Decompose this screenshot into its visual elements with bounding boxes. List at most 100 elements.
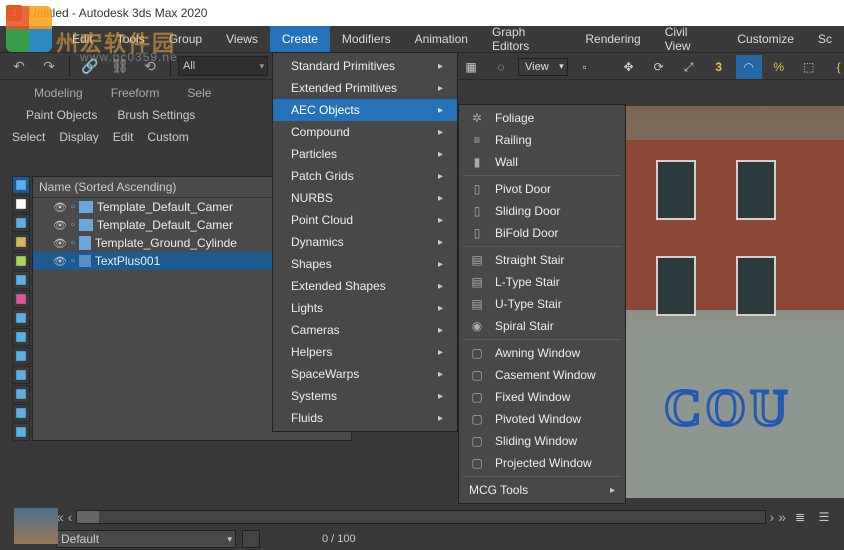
create-menu-cameras[interactable]: Cameras▸ [273, 319, 457, 341]
aec-projected-window[interactable]: ▢Projected Window [459, 452, 625, 474]
subtab-paint-objects[interactable]: Paint Objects [20, 106, 103, 124]
scene-filter-icon-6[interactable] [12, 290, 30, 308]
menu-sc[interactable]: Sc [806, 26, 844, 52]
aec-pivot-door[interactable]: ▯Pivot Door [459, 178, 625, 200]
aec-straight-stair[interactable]: ▤Straight Stair [459, 249, 625, 271]
menu-civil-view[interactable]: Civil View [653, 26, 726, 52]
menu-rendering[interactable]: Rendering [573, 26, 652, 52]
tab-selection[interactable]: Sele [173, 82, 225, 104]
snap-button[interactable]: 3 [706, 55, 732, 79]
scene-filter-icon-13[interactable] [12, 423, 30, 441]
freeze-icon[interactable]: ▫ [71, 237, 75, 249]
menu-graph-editors[interactable]: Graph Editors [480, 26, 573, 52]
create-menu-systems[interactable]: Systems▸ [273, 385, 457, 407]
scene-filter-icon-10[interactable] [12, 366, 30, 384]
create-menu-nurbs[interactable]: NURBS▸ [273, 187, 457, 209]
create-menu-helpers[interactable]: Helpers▸ [273, 341, 457, 363]
undo-button[interactable]: ↶ [6, 55, 32, 77]
aec-fixed-window[interactable]: ▢Fixed Window [459, 386, 625, 408]
aec-casement-window[interactable]: ▢Casement Window [459, 364, 625, 386]
scene-filter-icon-9[interactable] [12, 347, 30, 365]
aec-sliding-door[interactable]: ▯Sliding Door [459, 200, 625, 222]
menu-create[interactable]: Create [270, 26, 330, 52]
scene-menu-edit[interactable]: Edit [113, 130, 134, 144]
freeze-icon[interactable]: ▫ [71, 219, 75, 231]
eye-icon[interactable]: 👁 [53, 255, 67, 268]
create-menu-dynamics[interactable]: Dynamics▸ [273, 231, 457, 253]
selection-filter-dropdown[interactable]: All [178, 56, 268, 76]
reference-coord-dropdown[interactable]: View [518, 58, 568, 76]
scene-menu-display[interactable]: Display [59, 130, 98, 144]
aec-railing[interactable]: ≡Railing [459, 129, 625, 151]
aec-wall[interactable]: ▮Wall [459, 151, 625, 173]
viewport-thumbnail[interactable] [14, 508, 58, 544]
select-scale-button[interactable]: ⤢ [676, 55, 702, 79]
use-pivot-button[interactable]: ▫ [572, 55, 598, 79]
create-menu-lights[interactable]: Lights▸ [273, 297, 457, 319]
aec-foliage[interactable]: ✲Foliage [459, 107, 625, 129]
more-button[interactable]: { [826, 55, 844, 79]
scene-filter-icon-3[interactable] [12, 233, 30, 251]
eye-icon[interactable]: 👁 [53, 201, 67, 214]
tab-modeling[interactable]: Modeling [20, 82, 97, 104]
create-menu-standard-primitives[interactable]: Standard Primitives▸ [273, 55, 457, 77]
scroll-right-fast[interactable]: » [778, 509, 786, 525]
angle-snap-button[interactable]: ◠ [736, 55, 762, 79]
tab-freeform[interactable]: Freeform [97, 82, 174, 104]
eye-icon[interactable]: 👁 [53, 237, 67, 250]
spinner-snap-button[interactable]: ⬚ [796, 55, 822, 79]
aec-spiral-stair[interactable]: ◉Spiral Stair [459, 315, 625, 337]
create-menu-point-cloud[interactable]: Point Cloud▸ [273, 209, 457, 231]
eye-icon[interactable]: 👁 [53, 219, 67, 232]
viewport-text-object[interactable]: COU [664, 379, 792, 438]
scene-menu-customize[interactable]: Custom [147, 130, 188, 144]
create-menu-spacewarps[interactable]: SpaceWarps▸ [273, 363, 457, 385]
scene-menu-select[interactable]: Select [12, 130, 45, 144]
selection-lasso-button[interactable]: ◌ [488, 55, 514, 79]
layer-options-icon[interactable]: ☰ [814, 507, 834, 527]
aec-l-type-stair[interactable]: ▤L-Type Stair [459, 271, 625, 293]
scene-filter-icon-1[interactable] [12, 195, 30, 213]
select-move-button[interactable]: ✥ [616, 55, 642, 79]
menu-customize[interactable]: Customize [725, 26, 806, 52]
scroll-left[interactable]: ‹ [68, 509, 73, 525]
scene-filter-icon-12[interactable] [12, 404, 30, 422]
aec-u-type-stair[interactable]: ▤U-Type Stair [459, 293, 625, 315]
layer-stack-icon[interactable]: ≣ [790, 507, 810, 527]
freeze-icon[interactable]: ▫ [71, 255, 75, 267]
aec-bifold-door[interactable]: ▯BiFold Door [459, 222, 625, 244]
create-menu-aec-objects[interactable]: AEC Objects▸ [273, 99, 457, 121]
viewport[interactable]: COU [626, 106, 844, 498]
percent-snap-button[interactable]: % [766, 55, 792, 79]
menu-modifiers[interactable]: Modifiers [330, 26, 403, 52]
aec-pivoted-window[interactable]: ▢Pivoted Window [459, 408, 625, 430]
scene-filter-icon-8[interactable] [12, 328, 30, 346]
create-menu-patch-grids[interactable]: Patch Grids▸ [273, 165, 457, 187]
create-menu-compound[interactable]: Compound▸ [273, 121, 457, 143]
create-menu-extended-shapes[interactable]: Extended Shapes▸ [273, 275, 457, 297]
create-menu-extended-primitives[interactable]: Extended Primitives▸ [273, 77, 457, 99]
create-menu-fluids[interactable]: Fluids▸ [273, 407, 457, 429]
horizontal-scrollbar[interactable] [76, 510, 765, 524]
redo-button[interactable]: ↷ [36, 55, 62, 77]
scene-filter-icon-7[interactable] [12, 309, 30, 327]
create-menu-particles[interactable]: Particles▸ [273, 143, 457, 165]
aec-awning-window[interactable]: ▢Awning Window [459, 342, 625, 364]
aec-sliding-window[interactable]: ▢Sliding Window [459, 430, 625, 452]
aec-mcg-tools[interactable]: MCG Tools▸ [459, 479, 625, 501]
subtab-brush-settings[interactable]: Brush Settings [111, 106, 201, 124]
layer-icon-button[interactable] [242, 530, 260, 548]
freeze-icon[interactable]: ▫ [71, 201, 75, 213]
scene-filter-icon-2[interactable] [12, 214, 30, 232]
scene-filter-icon-11[interactable] [12, 385, 30, 403]
menu-views[interactable]: Views [214, 26, 270, 52]
scroll-right[interactable]: › [770, 509, 775, 525]
scene-filter-icon-0[interactable] [12, 176, 30, 194]
select-rotate-button[interactable]: ⟳ [646, 55, 672, 79]
scene-filter-icon-5[interactable] [12, 271, 30, 289]
selection-region-button[interactable]: ▦ [458, 55, 484, 79]
menu-animation[interactable]: Animation [403, 26, 480, 52]
layer-dropdown[interactable]: Default [56, 530, 236, 548]
create-menu-shapes[interactable]: Shapes▸ [273, 253, 457, 275]
scene-filter-icon-4[interactable] [12, 252, 30, 270]
